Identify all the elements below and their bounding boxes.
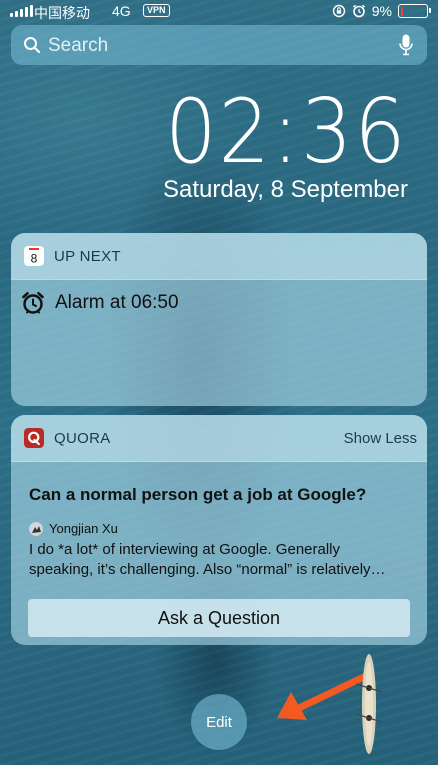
alarm-clock-icon [22, 292, 44, 314]
author-name: Yongjian Xu [49, 521, 118, 536]
alarm-entry[interactable]: Alarm at 06:50 [21, 291, 179, 315]
quora-widget[interactable]: QUORA Show Less Can a normal person get … [11, 415, 427, 645]
search-icon [24, 37, 41, 54]
author-avatar [29, 521, 43, 536]
kayak-image [355, 654, 383, 754]
show-less-button[interactable]: Show Less [344, 430, 417, 447]
answer-preview[interactable]: I do *a lot* of interviewing at Google. … [29, 540, 414, 580]
quora-logo-icon [24, 428, 44, 448]
clock-time: 02:36 [165, 80, 408, 183]
answer-line: speaking, it’s challenging. Also “normal… [29, 561, 386, 578]
calendar-icon-day: 8 [31, 252, 38, 266]
edit-button[interactable]: Edit [191, 694, 247, 750]
carrier-label: 中国移动 [34, 5, 90, 21]
orientation-lock-icon [332, 4, 345, 18]
network-type: 4G [112, 3, 131, 19]
author-row: Yongjian Xu [29, 521, 118, 536]
alarm-status-icon [352, 4, 365, 18]
battery-icon [398, 4, 431, 18]
question-title[interactable]: Can a normal person get a job at Google? [29, 485, 366, 505]
microphone-icon[interactable] [399, 34, 413, 56]
vpn-badge: VPN [143, 4, 170, 17]
signal-icon [10, 5, 33, 17]
battery-percent: 9% [371, 3, 392, 19]
up-next-title: UP NEXT [54, 248, 121, 265]
ask-question-button[interactable]: Ask a Question [28, 599, 410, 637]
quora-title: QUORA [54, 430, 111, 447]
answer-line: I do *a lot* of interviewing at Google. … [29, 541, 341, 558]
calendar-icon: 8 [24, 246, 44, 266]
alarm-label: Alarm at 06:50 [55, 292, 179, 313]
search-input[interactable] [46, 25, 390, 67]
status-bar: 中国移动 4G VPN 9% [0, 0, 438, 22]
up-next-widget[interactable]: 8 UP NEXT Alarm at 06:50 [11, 233, 427, 406]
battery-fill [400, 6, 403, 16]
search-bar[interactable] [11, 25, 427, 67]
up-next-header[interactable]: 8 UP NEXT [11, 233, 427, 280]
quora-header[interactable]: QUORA Show Less [11, 415, 427, 462]
clock-date: Saturday, 8 September [162, 176, 408, 203]
